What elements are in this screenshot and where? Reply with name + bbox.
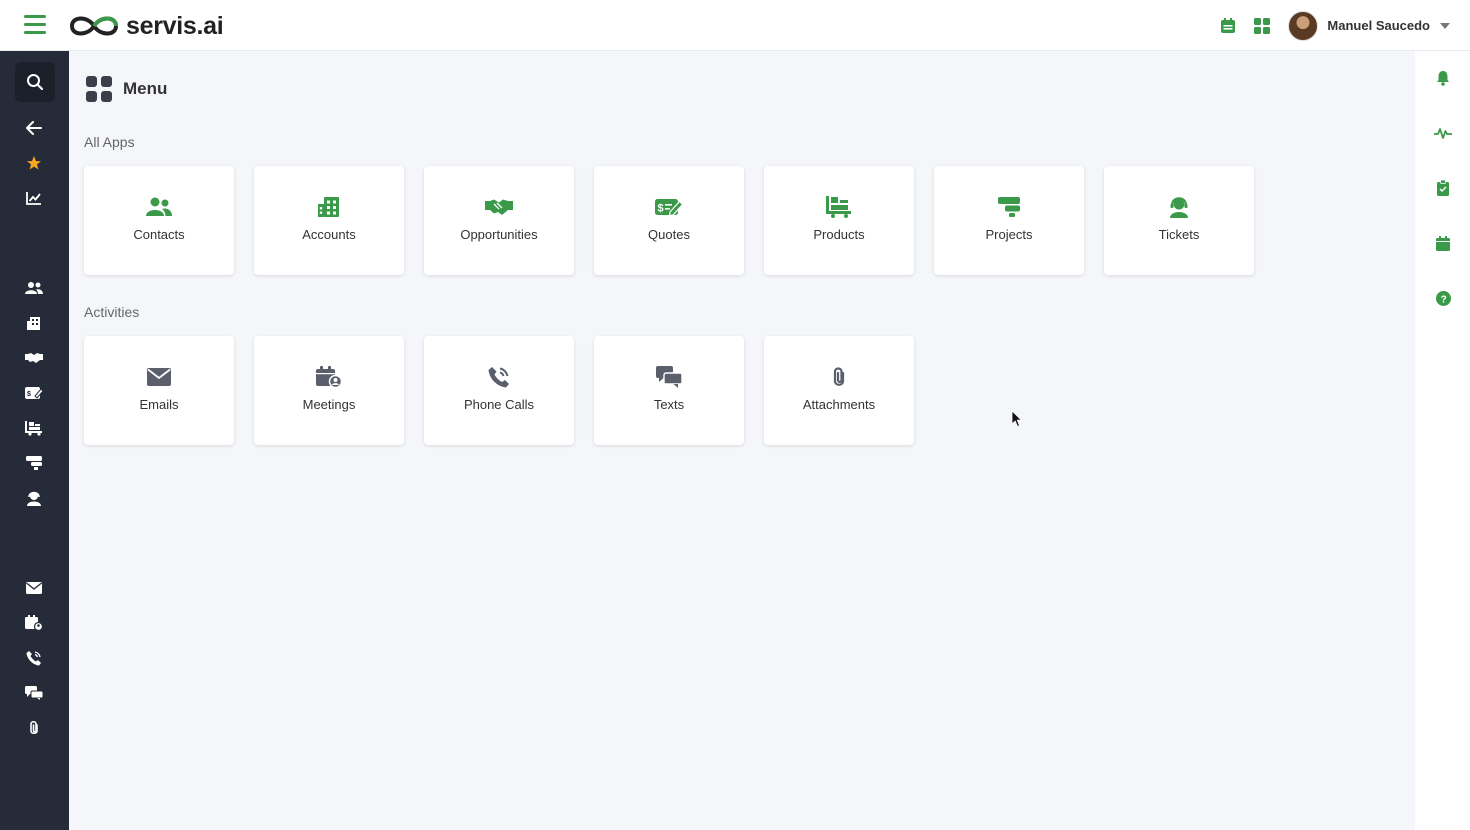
calendar-icon[interactable] <box>1218 16 1238 36</box>
activity-pulse-icon[interactable] <box>1434 124 1452 142</box>
app-card-label: Contacts <box>133 227 185 242</box>
phone-calls-icon[interactable] <box>22 646 46 670</box>
svg-text:$: $ <box>658 203 664 215</box>
emails-icon[interactable] <box>22 576 46 600</box>
app-card-emails[interactable]: Emails <box>84 336 234 445</box>
search-icon[interactable] <box>15 62 55 102</box>
quotes-icon: $ <box>655 196 683 218</box>
app-card-label: Accounts <box>302 227 356 242</box>
app-card-projects[interactable]: Projects <box>934 166 1084 275</box>
mouse-cursor-icon <box>1011 410 1023 428</box>
accounts-icon <box>318 196 340 218</box>
opportunities-icon <box>485 196 513 218</box>
app-card-label: Emails <box>139 397 179 412</box>
attachments-icon <box>831 366 847 388</box>
app-card-label: Attachments <box>802 397 876 412</box>
app-card-opportunities[interactable]: Opportunities <box>424 166 574 275</box>
app-card-label: Tickets <box>1158 227 1200 242</box>
calendar-icon[interactable] <box>1434 234 1452 252</box>
meetings-icon <box>316 366 342 388</box>
texts-icon <box>656 366 682 388</box>
app-card-tickets[interactable]: Tickets <box>1104 166 1254 275</box>
help-icon[interactable]: ? <box>1434 289 1452 307</box>
app-card-label: Projects <box>985 227 1033 242</box>
tickets-icon <box>1169 196 1189 218</box>
app-card-label: Phone Calls <box>463 397 535 412</box>
infinity-logo-icon <box>69 16 119 36</box>
contacts-icon[interactable] <box>22 276 46 300</box>
header-actions: Manuel Saucedo <box>1204 10 1450 41</box>
top-bar: servis.ai Manuel Saucedo <box>0 0 1470 51</box>
apps-grid-icon[interactable] <box>1252 16 1272 36</box>
page-title: Menu <box>123 79 168 98</box>
attachments-icon[interactable] <box>22 716 46 740</box>
projects-icon <box>998 196 1020 218</box>
app-card-phone-calls[interactable]: Phone Calls <box>424 336 574 445</box>
app-card-label: Meetings <box>302 397 356 412</box>
svg-text:?: ? <box>1440 294 1446 305</box>
app-card-texts[interactable]: Texts <box>594 336 744 445</box>
app-card-meetings[interactable]: Meetings <box>254 336 404 445</box>
menu-grid-icon <box>86 76 112 102</box>
opportunities-icon[interactable] <box>22 346 46 370</box>
svg-text:$: $ <box>27 391 31 398</box>
clipboard-icon[interactable] <box>1434 179 1452 197</box>
phone-calls-icon <box>488 366 510 388</box>
app-card-attachments[interactable]: Attachments <box>764 336 914 445</box>
right-sidebar: ? <box>1415 51 1470 830</box>
quotes-icon[interactable]: $ <box>22 381 46 405</box>
app-card-quotes[interactable]: $ Quotes <box>594 166 744 275</box>
contacts-icon <box>146 196 172 218</box>
meetings-icon[interactable] <box>22 611 46 635</box>
products-icon <box>826 196 852 218</box>
section-label-all-apps: All Apps <box>84 134 135 150</box>
texts-icon[interactable] <box>22 681 46 705</box>
all-apps-grid: Contacts Accounts Opportunities $ Quotes… <box>84 166 1274 275</box>
section-label-activities: Activities <box>84 304 140 320</box>
products-icon[interactable] <box>22 416 46 440</box>
chart-line-icon[interactable] <box>22 186 46 210</box>
user-name[interactable]: Manuel Saucedo <box>1327 18 1430 33</box>
page-header: Menu <box>86 76 167 102</box>
projects-icon[interactable] <box>22 451 46 475</box>
brand-name: servis.ai <box>126 11 224 40</box>
brand-logo[interactable]: servis.ai <box>68 11 224 41</box>
star-icon[interactable] <box>22 151 46 175</box>
app-card-label: Texts <box>653 397 685 412</box>
left-sidebar: $ <box>0 51 69 830</box>
bell-icon[interactable] <box>1434 69 1452 87</box>
app-card-label: Quotes <box>648 227 690 242</box>
back-arrow-icon[interactable] <box>22 116 46 140</box>
app-card-label: Products <box>813 227 865 242</box>
tickets-icon[interactable] <box>22 486 46 510</box>
app-card-accounts[interactable]: Accounts <box>254 166 404 275</box>
emails-icon <box>147 366 171 388</box>
app-card-contacts[interactable]: Contacts <box>84 166 234 275</box>
avatar[interactable] <box>1288 10 1319 41</box>
chevron-down-icon[interactable] <box>1440 22 1450 29</box>
app-card-products[interactable]: Products <box>764 166 914 275</box>
hamburger-menu-icon[interactable] <box>24 15 46 35</box>
accounts-icon[interactable] <box>22 311 46 335</box>
app-card-label: Opportunities <box>460 227 538 242</box>
activities-grid: Emails Meetings Phone Calls Texts Attach… <box>84 336 934 445</box>
